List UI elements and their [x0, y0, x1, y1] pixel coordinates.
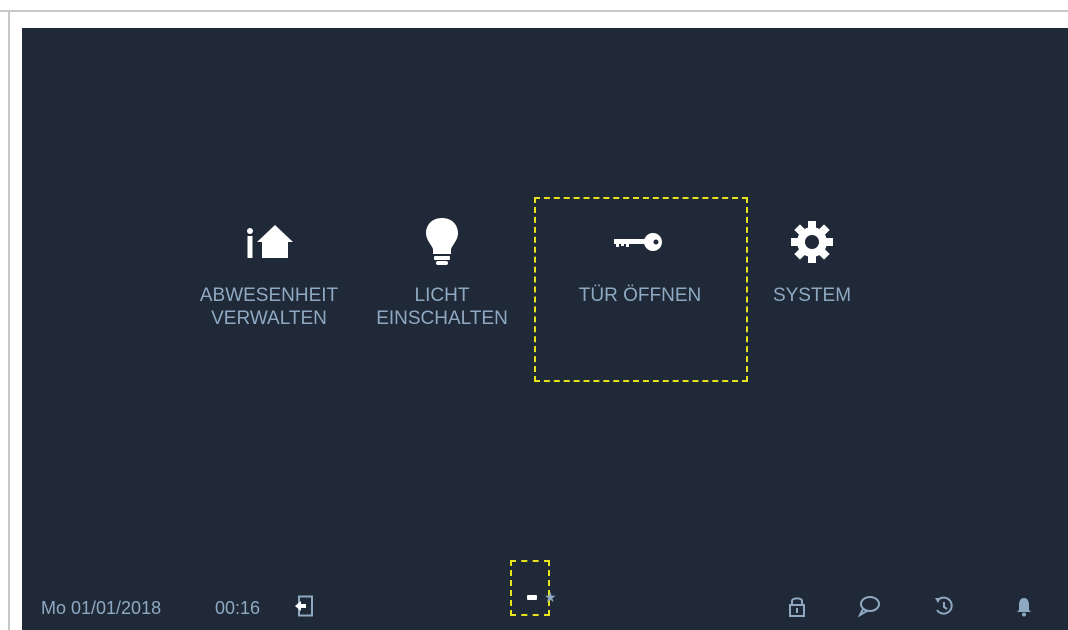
frame-top-border [0, 10, 1068, 12]
exit-door-icon[interactable] [292, 594, 316, 618]
status-date: Mo 01/01/2018 [41, 598, 162, 618]
frame-left-border [8, 10, 10, 630]
main-screen: ABWESENHEIT VERWALTEN LICHT EINSCHALTEN … [22, 28, 1068, 630]
history-icon[interactable] [932, 594, 956, 618]
bell-icon[interactable] [1012, 594, 1036, 618]
lock-icon[interactable] [785, 594, 809, 618]
tile-licht-einschalten[interactable]: LICHT EINSCHALTEN [352, 214, 532, 330]
chat-bubble-icon[interactable] [857, 594, 881, 618]
tile-label: ABWESENHEIT VERWALTEN [199, 285, 339, 329]
home-absence-icon [241, 214, 297, 270]
status-time: 00:16 [215, 598, 261, 618]
highlight-door-tile [534, 197, 748, 382]
status-bar: Mo 01/01/2018 00:16 [22, 584, 1068, 630]
gear-icon [788, 214, 836, 270]
tile-system[interactable]: SYSTEM [742, 214, 882, 307]
tile-label: SYSTEM [772, 285, 852, 306]
tile-label: LICHT EINSCHALTEN [376, 285, 508, 329]
light-bulb-icon [422, 214, 462, 270]
